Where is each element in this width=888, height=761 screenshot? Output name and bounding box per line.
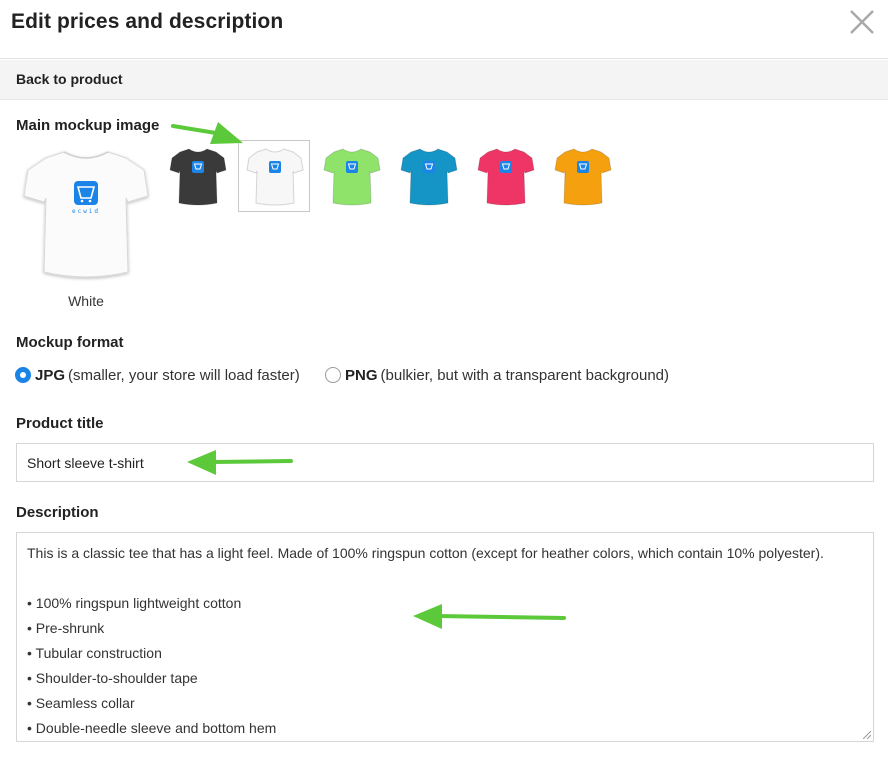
jpg-option-note: (smaller, your store will load faster) [68, 366, 300, 384]
color-swatch-orange[interactable] [546, 140, 618, 212]
back-to-product-link[interactable]: Back to product [16, 71, 123, 87]
jpg-option-key: JPG [35, 366, 66, 384]
selected-color-caption: White [68, 293, 104, 309]
description-line: • Pre-shrunk [27, 620, 105, 636]
product-title-label: Product title [16, 415, 104, 432]
description-label: Description [16, 504, 99, 521]
tshirt-icon [323, 148, 381, 206]
format-option-jpg[interactable]: JPG (smaller, your store will load faste… [15, 365, 300, 385]
back-bar: Back to product [0, 60, 888, 100]
tshirt-icon [169, 148, 227, 206]
description-line: • Tubular construction [27, 645, 162, 661]
format-option-png[interactable]: PNG (bulkier, but with a transparent bac… [325, 365, 669, 385]
color-swatch-green[interactable] [315, 140, 387, 212]
close-icon[interactable] [846, 6, 878, 38]
description-line: This is a classic tee that has a light f… [27, 545, 824, 561]
dialog-title: Edit prices and description [11, 10, 284, 33]
color-swatch-white[interactable] [238, 140, 310, 212]
tshirt-icon [477, 148, 535, 206]
tshirt-icon [246, 148, 304, 206]
png-option-note: (bulkier, but with a transparent backgro… [380, 366, 670, 384]
description-line: • Shoulder-to-shoulder tape [27, 670, 198, 686]
resize-handle-icon[interactable] [863, 731, 871, 739]
dialog-header: Edit prices and description [0, 0, 888, 59]
png-option-key: PNG [345, 366, 378, 384]
main-mockup-image: ecwid [16, 140, 156, 288]
description-line: • Seamless collar [27, 695, 135, 711]
color-swatch-black[interactable] [161, 140, 233, 212]
jpg-radio[interactable] [15, 367, 31, 383]
description-line [27, 566, 863, 591]
main-mockup-label: Main mockup image [16, 117, 160, 134]
description-line: • 100% ringspun lightweight cotton [27, 595, 242, 611]
description-textarea[interactable]: This is a classic tee that has a light f… [16, 532, 874, 742]
mockup-format-label: Mockup format [16, 334, 124, 351]
description-line: • Double-needle sleeve and bottom hem [27, 720, 277, 736]
product-title-input[interactable] [16, 443, 874, 482]
tshirt-icon [554, 148, 612, 206]
color-swatch-pink[interactable] [469, 140, 541, 212]
svg-text:ecwid: ecwid [72, 208, 100, 215]
tshirt-icon [400, 148, 458, 206]
color-swatch-blue[interactable] [392, 140, 464, 212]
png-radio[interactable] [325, 367, 341, 383]
